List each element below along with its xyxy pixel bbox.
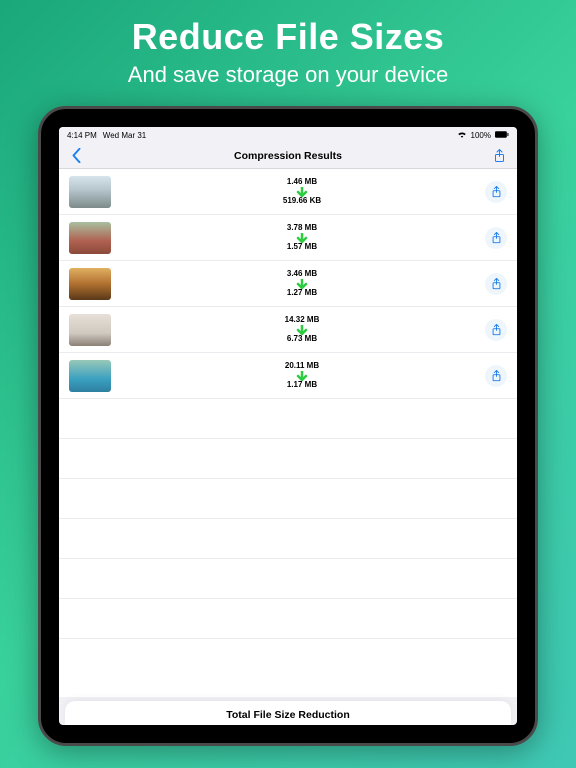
row-share-button[interactable] <box>485 273 507 295</box>
nav-share-button[interactable] <box>491 147 509 165</box>
result-row: 3.46 MB 1.27 MB <box>59 261 517 307</box>
battery-icon <box>495 131 509 140</box>
screen: 4:14 PM Wed Mar 31 100% Compres <box>59 127 517 725</box>
thumbnail <box>69 268 111 300</box>
arrow-down-icon <box>296 233 308 243</box>
chevron-left-icon <box>71 148 82 163</box>
status-time: 4:14 PM <box>67 131 97 140</box>
arrow-down-icon <box>296 371 308 381</box>
summary-card: Total File Size Reduction <box>65 701 511 725</box>
arrow-down-icon <box>296 187 308 197</box>
size-info: 3.46 MB 1.27 MB <box>119 270 485 297</box>
thumbnail <box>69 314 111 346</box>
status-bar: 4:14 PM Wed Mar 31 100% <box>59 127 517 143</box>
results-list[interactable]: 1.46 MB 519.66 KB 3.78 MB 1.57 MB <box>59 169 517 697</box>
result-row: 1.46 MB 519.66 KB <box>59 169 517 215</box>
original-size: 14.32 MB <box>285 316 320 324</box>
battery-percent: 100% <box>471 131 491 140</box>
size-info: 1.46 MB 519.66 KB <box>119 178 485 205</box>
empty-row <box>59 559 517 599</box>
compressed-size: 1.27 MB <box>287 289 317 297</box>
size-info: 3.78 MB 1.57 MB <box>119 224 485 251</box>
arrow-down-icon <box>296 279 308 289</box>
nav-bar: Compression Results <box>59 143 517 169</box>
share-icon <box>491 370 502 382</box>
wifi-icon <box>457 130 467 140</box>
thumbnail <box>69 222 111 254</box>
row-share-button[interactable] <box>485 181 507 203</box>
original-size: 3.78 MB <box>287 224 317 232</box>
summary-title: Total File Size Reduction <box>65 709 511 721</box>
device-frame: 4:14 PM Wed Mar 31 100% Compres <box>38 106 538 746</box>
compressed-size: 519.66 KB <box>283 197 321 205</box>
page-title: Compression Results <box>234 150 342 162</box>
back-button[interactable] <box>67 147 85 165</box>
share-icon <box>491 232 502 244</box>
share-icon <box>493 149 506 163</box>
empty-row <box>59 479 517 519</box>
thumbnail <box>69 176 111 208</box>
compressed-size: 6.73 MB <box>287 335 317 343</box>
hero-title: Reduce File Sizes <box>132 16 445 58</box>
empty-row <box>59 599 517 639</box>
original-size: 3.46 MB <box>287 270 317 278</box>
result-row: 3.78 MB 1.57 MB <box>59 215 517 261</box>
size-info: 14.32 MB 6.73 MB <box>119 316 485 343</box>
row-share-button[interactable] <box>485 227 507 249</box>
original-size: 1.46 MB <box>287 178 317 186</box>
size-info: 20.11 MB 1.17 MB <box>119 362 485 389</box>
row-share-button[interactable] <box>485 319 507 341</box>
row-share-button[interactable] <box>485 365 507 387</box>
arrow-down-icon <box>296 325 308 335</box>
share-icon <box>491 278 502 290</box>
hero-subtitle: And save storage on your device <box>128 62 448 88</box>
empty-row <box>59 439 517 479</box>
original-size: 20.11 MB <box>285 362 319 370</box>
promo-background: Reduce File Sizes And save storage on yo… <box>0 0 576 768</box>
empty-row <box>59 399 517 439</box>
thumbnail <box>69 360 111 392</box>
status-date: Wed Mar 31 <box>103 131 146 140</box>
result-row: 20.11 MB 1.17 MB <box>59 353 517 399</box>
compressed-size: 1.57 MB <box>287 243 317 251</box>
share-icon <box>491 324 502 336</box>
share-icon <box>491 186 502 198</box>
result-row: 14.32 MB 6.73 MB <box>59 307 517 353</box>
empty-row <box>59 519 517 559</box>
compressed-size: 1.17 MB <box>287 381 317 389</box>
